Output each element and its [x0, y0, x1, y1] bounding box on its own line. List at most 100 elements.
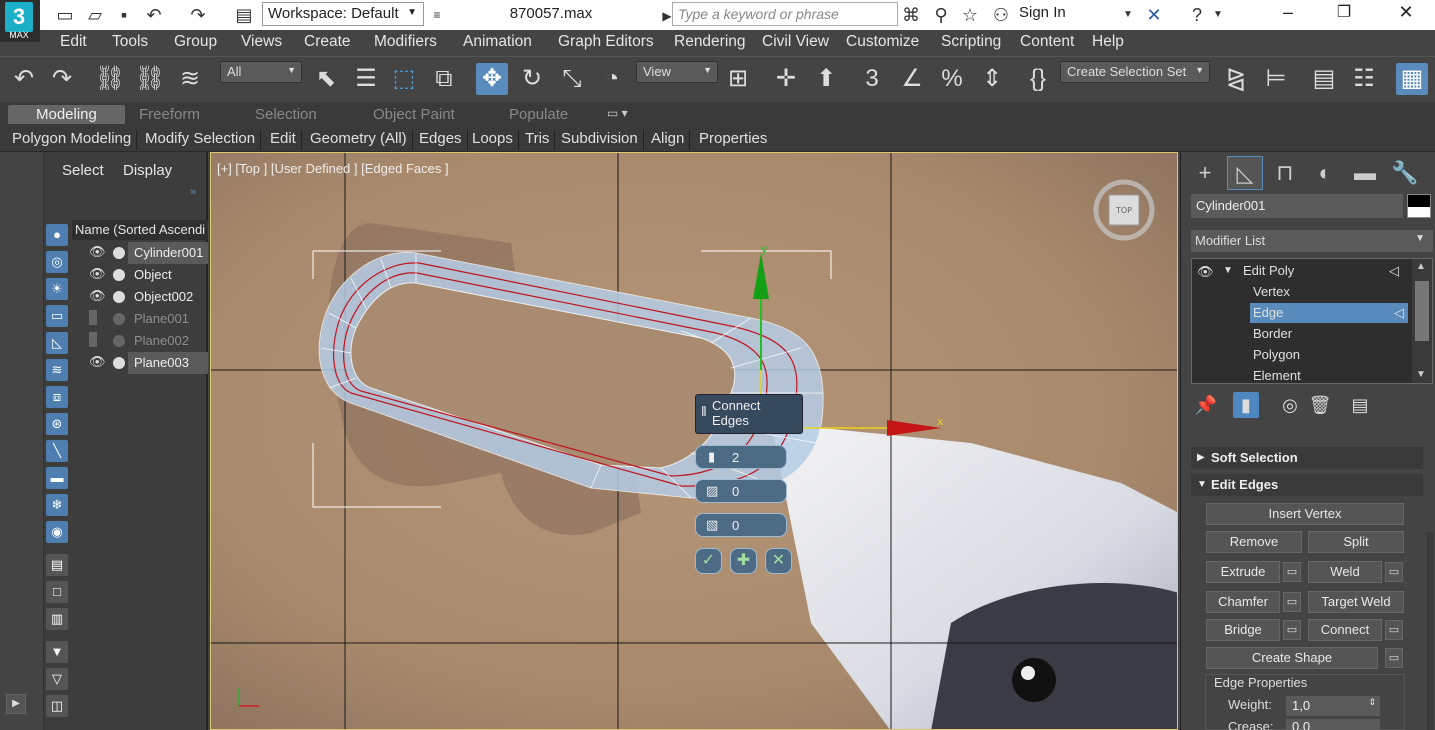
- panel-properties[interactable]: Properties: [699, 130, 772, 150]
- align-icon[interactable]: ⊨: [1260, 63, 1292, 95]
- caddy-apply-button[interactable]: ✚: [730, 548, 757, 574]
- xrefs-filter-icon[interactable]: ⊛: [46, 413, 68, 435]
- ribbon-options-icon[interactable]: ▭ ▾: [607, 106, 628, 120]
- create-shape-settings-icon[interactable]: ▭: [1385, 648, 1403, 668]
- bones-filter-icon[interactable]: ╲: [46, 440, 68, 462]
- viewport-label[interactable]: [+] [Top ] [User Defined ] [Edged Faces …: [217, 161, 449, 176]
- stack-element[interactable]: Element: [1250, 366, 1304, 386]
- eye-hidden-icon[interactable]: ●: [89, 332, 97, 347]
- keyboard-shortcut-toggle-icon[interactable]: ⬆: [810, 63, 842, 95]
- menu-rendering[interactable]: Rendering: [674, 33, 746, 51]
- reference-coordinate-dropdown[interactable]: View ▼: [636, 61, 718, 83]
- pin-stack-icon[interactable]: 📌: [1193, 392, 1219, 418]
- eye-icon[interactable]: 👁: [89, 244, 106, 260]
- lights-filter-icon[interactable]: ☀: [46, 278, 68, 300]
- viewport-top[interactable]: y x TOP [+] [Top ] [User Defined ] [Edge…: [210, 152, 1178, 730]
- app-logo[interactable]: 3 MAX: [0, 0, 40, 42]
- render-dot-icon[interactable]: [113, 357, 125, 369]
- chamfer-button[interactable]: Chamfer: [1206, 591, 1280, 613]
- menu-animation[interactable]: Animation: [463, 33, 532, 51]
- open-file-icon[interactable]: ▱: [84, 4, 106, 26]
- tab-selection[interactable]: Selection: [255, 106, 317, 123]
- groups-filter-icon[interactable]: ⧈: [46, 386, 68, 408]
- edit-named-selection-icon[interactable]: {}: [1022, 63, 1054, 95]
- select-and-place-icon[interactable]: ◔: [596, 63, 628, 95]
- stack-edit-poly[interactable]: Edit Poly: [1240, 261, 1297, 281]
- panel-subdivision[interactable]: Subdivision: [561, 130, 644, 150]
- ribbon-toggle-icon[interactable]: ▦: [1396, 63, 1428, 95]
- redo-icon[interactable]: ↷: [187, 4, 209, 26]
- expand-triangle-icon[interactable]: ▼: [1220, 263, 1236, 283]
- helpers-filter-icon[interactable]: ◺: [46, 332, 68, 354]
- select-and-rotate-icon[interactable]: ↻: [516, 63, 548, 95]
- render-dot-icon[interactable]: [113, 313, 125, 325]
- expand-panel-icon[interactable]: ▶: [6, 694, 26, 714]
- unlink-selection-icon[interactable]: ⛓: [134, 63, 166, 95]
- satellite-icon[interactable]: ⚲: [930, 4, 952, 26]
- eye-icon[interactable]: 👁: [1194, 262, 1216, 282]
- hierarchy-tab-icon[interactable]: ⊓: [1267, 156, 1303, 190]
- scene-item-plane001[interactable]: ● Plane001: [72, 308, 208, 330]
- rectangular-selection-icon[interactable]: ⬚: [388, 63, 420, 95]
- weight-spinner[interactable]: 1,0 ⇕: [1286, 696, 1380, 716]
- object-color-swatch[interactable]: [1407, 194, 1431, 218]
- render-dot-icon[interactable]: [113, 291, 125, 303]
- stack-scrollbar[interactable]: ▲ ▼: [1412, 259, 1432, 383]
- tab-freeform[interactable]: Freeform: [139, 106, 200, 123]
- panel-modify-selection[interactable]: Modify Selection: [145, 130, 262, 150]
- scene-item-plane002[interactable]: ● Plane002: [72, 330, 208, 352]
- stack-vertex[interactable]: Vertex: [1250, 282, 1293, 302]
- remove-modifier-icon[interactable]: 🗑: [1307, 392, 1333, 418]
- render-dot-icon[interactable]: [113, 247, 125, 259]
- save-file-icon[interactable]: ▪: [113, 4, 135, 26]
- remove-button[interactable]: Remove: [1206, 531, 1302, 553]
- project-folder-icon[interactable]: ▤: [233, 4, 255, 26]
- select-manipulate-icon[interactable]: ✛: [770, 63, 802, 95]
- tab-select[interactable]: Select: [62, 162, 104, 179]
- sign-in-dropdown-icon[interactable]: ▼: [1117, 4, 1139, 26]
- panel-tris[interactable]: Tris: [525, 130, 556, 150]
- menu-group[interactable]: Group: [174, 33, 217, 51]
- menu-scripting[interactable]: Scripting: [941, 33, 1001, 51]
- menu-views[interactable]: Views: [241, 33, 282, 51]
- spacewarps-filter-icon[interactable]: ≋: [46, 359, 68, 381]
- render-dot-icon[interactable]: [113, 335, 125, 347]
- favorites-star-icon[interactable]: ☆: [959, 4, 981, 26]
- menu-create[interactable]: Create: [304, 33, 351, 51]
- insert-vertex-button[interactable]: Insert Vertex: [1206, 503, 1404, 525]
- panel-edit[interactable]: Edit: [270, 130, 302, 150]
- selection-filter-dropdown[interactable]: All ▼: [220, 61, 302, 83]
- eye-icon[interactable]: 👁: [89, 266, 106, 282]
- stack-polygon[interactable]: Polygon: [1250, 345, 1303, 365]
- modifier-list-dropdown[interactable]: Modifier List ▼: [1191, 230, 1433, 252]
- scroll-down-icon[interactable]: ▼: [1416, 369, 1426, 380]
- create-shape-button[interactable]: Create Shape: [1206, 647, 1378, 669]
- bridge-button[interactable]: Bridge: [1206, 619, 1280, 641]
- angle-snap-icon[interactable]: ∠: [896, 63, 928, 95]
- eye-icon[interactable]: 👁: [89, 288, 106, 304]
- utilities-tab-icon[interactable]: 🔧: [1387, 156, 1423, 190]
- select-object-icon[interactable]: ⬉: [310, 63, 342, 95]
- tab-object-paint[interactable]: Object Paint: [373, 106, 455, 123]
- extrude-settings-icon[interactable]: ▭: [1283, 562, 1301, 582]
- menu-modifiers[interactable]: Modifiers: [374, 33, 437, 51]
- display-tab-icon[interactable]: ▬: [1347, 156, 1383, 190]
- tab-modeling[interactable]: Modeling: [8, 105, 125, 124]
- panel-loops[interactable]: Loops: [472, 130, 519, 150]
- extrude-button[interactable]: Extrude: [1206, 561, 1280, 583]
- workspace-dropdown[interactable]: Workspace: Default ▼: [262, 2, 424, 26]
- minimize-button[interactable]: –: [1268, 2, 1308, 26]
- menu-graph-editors[interactable]: Graph Editors: [558, 33, 654, 51]
- connect-settings-icon[interactable]: ▭: [1385, 620, 1403, 640]
- filter-icon[interactable]: ▽: [46, 668, 68, 690]
- undo-icon[interactable]: ↶: [143, 4, 165, 26]
- mirror-icon[interactable]: ⧎: [1220, 63, 1252, 95]
- snaps-toggle-icon[interactable]: 3: [856, 63, 888, 95]
- scroll-thumb[interactable]: [1415, 281, 1429, 341]
- menu-edit[interactable]: Edit: [60, 33, 87, 51]
- rollout-edit-edges[interactable]: ▼ Edit Edges: [1191, 474, 1423, 496]
- layers-icon[interactable]: ◫: [46, 695, 68, 717]
- render-dot-icon[interactable]: [113, 269, 125, 281]
- hidden-filter-icon[interactable]: ◉: [46, 521, 68, 543]
- menu-tools[interactable]: Tools: [112, 33, 148, 51]
